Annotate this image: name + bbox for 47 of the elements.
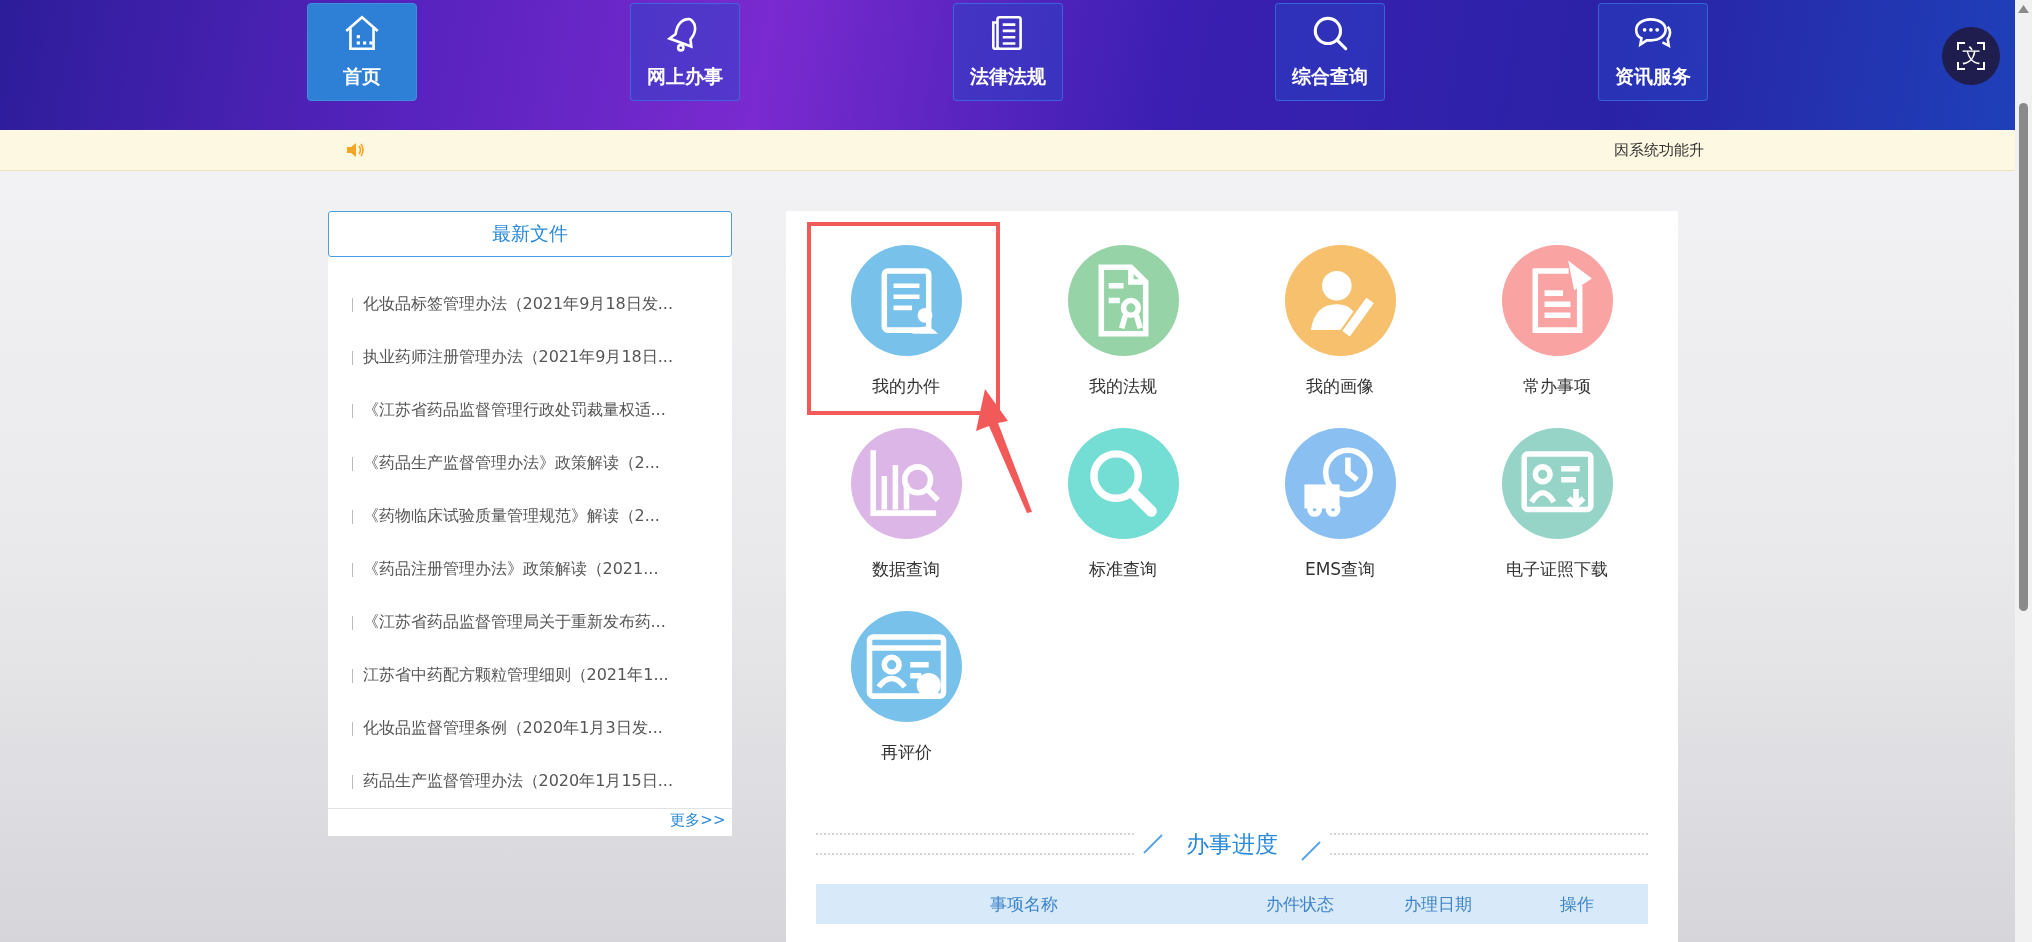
service-label[interactable]: 我的画像 <box>1306 376 1374 396</box>
file-link[interactable]: 《江苏省药品监督管理局关于重新发布药... <box>362 612 666 633</box>
more-link[interactable]: 更多>> <box>670 811 726 830</box>
service-label[interactable]: 我的法规 <box>1089 376 1157 396</box>
nav-tab[interactable]: 首页 <box>307 3 417 101</box>
file-link[interactable]: 执业药师注册管理办法（2021年9月18日... <box>362 347 673 368</box>
file-link[interactable]: 化妆品监督管理条例（2020年1月3日发... <box>362 718 663 739</box>
magnifier-icon[interactable] <box>1067 428 1179 539</box>
profile-icon[interactable] <box>850 611 962 722</box>
speaker-icon <box>345 141 366 159</box>
service-label[interactable]: 电子证照下载 <box>1506 559 1608 579</box>
nav-tab[interactable]: 综合查询 <box>1275 3 1386 101</box>
file-link[interactable]: 《江苏省药品监督管理行政处罚裁量权适... <box>362 400 666 421</box>
up-arrow-icon[interactable] <box>2018 5 2029 13</box>
column-header: 操作 <box>1558 892 1595 916</box>
license-icon[interactable] <box>1501 428 1613 539</box>
service-label[interactable]: 数据查询 <box>872 559 940 579</box>
column-header: 办理日期 <box>1402 892 1473 916</box>
nav-tab[interactable]: 资讯服务 <box>1598 3 1708 101</box>
service-label[interactable]: 再评价 <box>880 742 932 762</box>
memo-icon[interactable] <box>1501 245 1613 356</box>
service-label[interactable]: 我的办件 <box>872 376 940 396</box>
scan-frame-icon <box>1956 41 1986 71</box>
certificate-icon[interactable] <box>1067 245 1179 356</box>
service-label[interactable]: EMS查询 <box>1304 559 1376 579</box>
notice-text: 因系统功能升 <box>1613 140 1704 160</box>
file-link[interactable]: 《药品生产监督管理办法》政策解读（2... <box>362 453 660 474</box>
file-link[interactable]: 《药物临床试验质量管理规范》解读（2... <box>362 506 660 527</box>
nav-tab[interactable]: 法律法规 <box>952 3 1063 101</box>
file-link[interactable]: 化妆品标签管理办法（2021年9月18日发... <box>362 294 673 315</box>
delivery-icon[interactable] <box>1284 428 1396 539</box>
service-label[interactable]: 标准查询 <box>1089 559 1157 579</box>
slash-icon <box>1141 833 1164 855</box>
file-link[interactable]: 药品生产监督管理办法（2020年1月15日... <box>362 771 673 792</box>
panel-title: 最新文件 <box>327 211 732 257</box>
scrollbar-thumb[interactable] <box>2019 103 2028 611</box>
section-title: 办事进度 <box>1184 829 1279 859</box>
file-link[interactable]: 《药品注册管理办法》政策解读（2021... <box>362 559 659 580</box>
column-header: 办件状态 <box>1264 892 1335 916</box>
service-label[interactable]: 常办事项 <box>1523 376 1591 396</box>
column-header: 事项名称 <box>988 892 1059 916</box>
slash-icon <box>1299 840 1322 862</box>
portrait-icon[interactable] <box>1284 245 1396 356</box>
chart-icon[interactable] <box>850 428 962 539</box>
document-icon[interactable] <box>850 245 962 356</box>
file-link[interactable]: 江苏省中药配方颗粒管理细则（2021年1... <box>362 665 669 686</box>
nav-tab[interactable]: 网上办事 <box>629 3 740 101</box>
